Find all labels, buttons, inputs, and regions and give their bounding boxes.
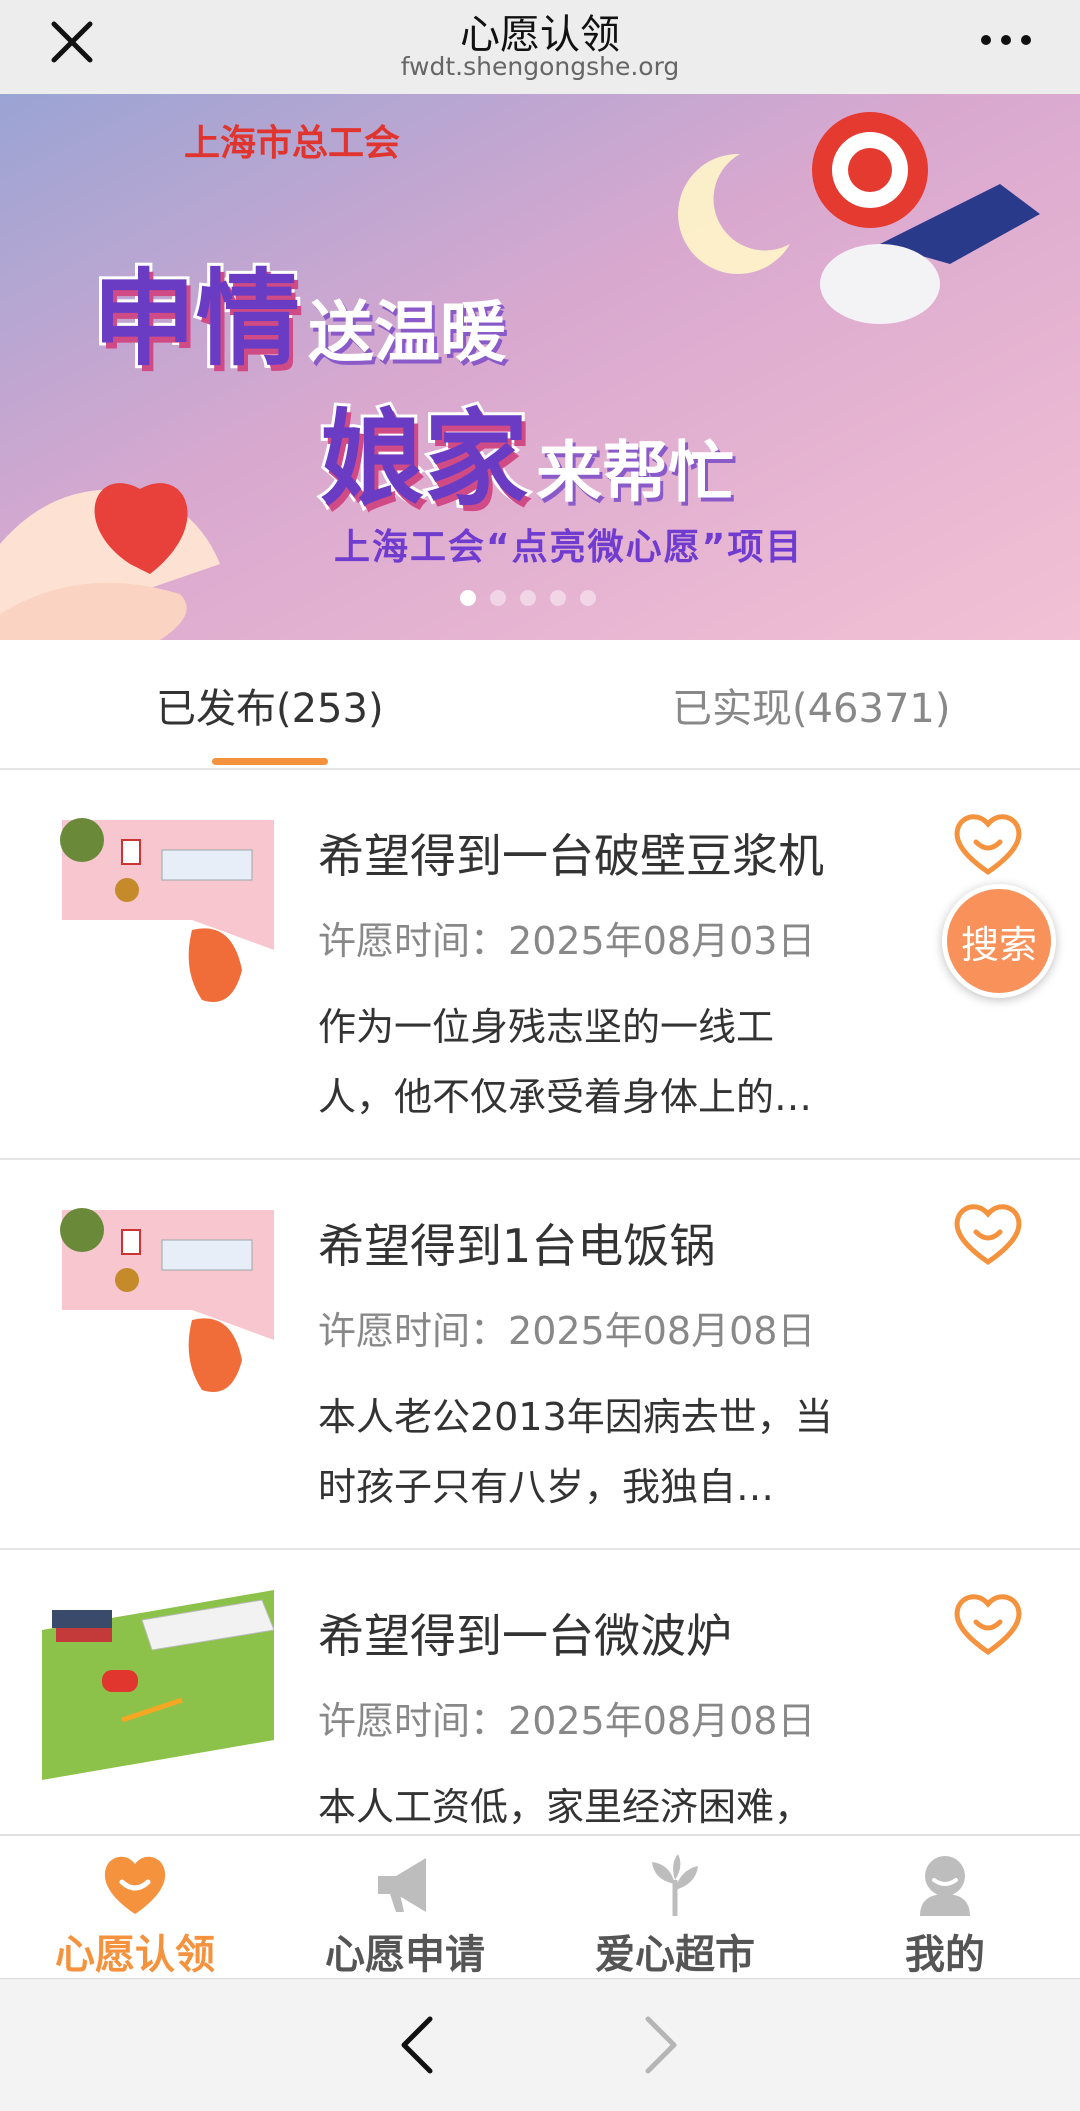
megaphone-icon [378,1858,426,1912]
browser-toolbar [0,1978,1080,2111]
wish-description: 本人老公2013年因病去世，当时孩子只有八岁，我独自… [318,1395,833,1509]
nav-label: 我的 [905,1932,985,1978]
wish-tabs: 已发布(253) 已实现(46371) [0,640,1080,770]
list-item[interactable]: 希望得到一台破壁豆浆机 许愿时间：2025年08月03日 作为一位身残志坚的一线… [0,770,1080,1160]
heart-smile-icon[interactable] [952,810,1024,876]
banner-headline-1: 申情 送温暖 [89,234,507,385]
wish-description: 作为一位身残志坚的一线工人，他不仅承受着身体上的… [318,1005,813,1119]
wish-title: 希望得到一台破壁豆浆机 [318,829,824,883]
nav-item-wish-apply[interactable]: 心愿申请 [270,1850,540,1980]
heart-smile-icon[interactable] [952,1590,1024,1656]
heart-smile-icon[interactable] [952,1200,1024,1266]
banner-headline-2-small: 来帮忙 [536,434,735,511]
banner-subtitle: 上海工会“点亮微心愿”项目 [334,527,804,568]
wish-date-value: 2025年08月08日 [508,1309,816,1353]
carousel-dot[interactable] [550,590,566,606]
wish-date-label: 许愿时间： [318,1309,509,1353]
back-arrow-icon[interactable] [392,2013,442,2077]
nav-label: 心愿认领 [55,1932,215,1978]
nav-item-charity-store[interactable]: 爱心超市 [540,1850,810,1980]
banner-headline-1-small: 送温暖 [308,294,507,371]
user-icon [920,1856,970,1916]
wish-date: 许愿时间：2025年08月08日 [318,1300,815,1355]
search-button[interactable]: 搜索 [942,884,1056,998]
banner-headline-2: 娘家 来帮忙 [317,374,735,525]
wish-date-value: 2025年08月03日 [508,919,816,963]
wish-title: 希望得到一台微波炉 [318,1609,732,1663]
carousel-dot[interactable] [490,590,506,606]
wish-date-label: 许愿时间： [318,1699,509,1743]
tab-fulfilled[interactable]: 已实现(46371) [672,676,950,734]
wish-thumbnail [42,1590,274,1780]
wish-date: 许愿时间：2025年08月03日 [318,910,815,965]
nav-item-mine[interactable]: 我的 [810,1850,1080,1980]
more-icon[interactable] [976,22,1036,58]
carousel-dot[interactable] [520,590,536,606]
wish-date-label: 许愿时间： [318,919,509,963]
banner-headline-1-big: 申情 [89,255,303,383]
tab-published[interactable]: 已发布(253) [156,676,384,734]
banner-headline-2-big: 娘家 [317,395,531,523]
forward-arrow-icon[interactable] [636,2013,686,2077]
promo-banner[interactable]: 上海市总工会 申情 送温暖 娘家 来帮忙 上海工会“点亮微心愿”项目 [0,94,1080,640]
wish-date-value: 2025年08月08日 [508,1699,816,1743]
wish-title: 希望得到1台电饭锅 [318,1219,716,1273]
bottom-navigation: 心愿认领 心愿申请 爱心超市 我的 [0,1834,1080,1978]
wish-date: 许愿时间：2025年08月08日 [318,1690,815,1745]
banner-org: 上海市总工会 [184,122,401,164]
nav-label: 爱心超市 [595,1932,755,1978]
carousel-dot[interactable] [460,590,476,606]
nav-item-wish-claim[interactable]: 心愿认领 [0,1850,270,1980]
wish-thumbnail [60,1208,274,1392]
page-url: fwdt.shengongshe.org [400,52,680,81]
list-item[interactable]: 希望得到1台电饭锅 许愿时间：2025年08月08日 本人老公2013年因病去世… [0,1160,1080,1550]
carousel-dot[interactable] [580,590,596,606]
active-tab-indicator [212,758,328,765]
heart-smile-icon [104,1856,166,1914]
sprout-icon [652,1854,698,1916]
wish-description: 本人工资低，家里经济困难， [318,1785,813,1829]
wish-thumbnail [60,818,274,1002]
title-bar: 心愿认领 fwdt.shengongshe.org [0,0,1080,94]
nav-label: 心愿申请 [325,1932,485,1978]
carousel-indicator [460,590,596,606]
